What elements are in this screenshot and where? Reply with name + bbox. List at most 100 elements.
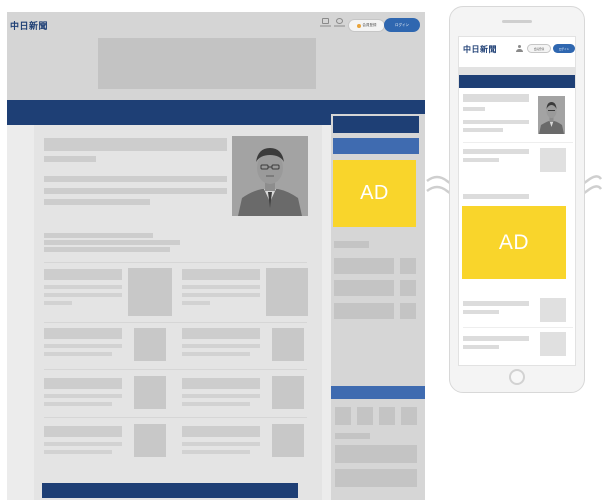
mobile-item-line xyxy=(463,158,499,162)
sidebar-heading-placeholder xyxy=(334,241,369,248)
article-text-line xyxy=(44,442,122,446)
section-divider xyxy=(44,322,307,323)
sub-headline-line xyxy=(44,233,153,238)
login-button[interactable]: ログイン xyxy=(384,18,420,32)
sidebar-item-placeholder[interactable] xyxy=(335,469,417,487)
article-title-placeholder xyxy=(44,378,122,389)
phone-home-button[interactable] xyxy=(509,369,525,385)
desktop-ad-slot[interactable]: AD xyxy=(333,160,416,227)
person-photo-icon xyxy=(538,96,565,134)
mobile-divider xyxy=(463,142,573,143)
article-title-placeholder xyxy=(44,269,122,280)
register-button[interactable]: 会員登録 xyxy=(348,19,385,32)
sidebar-tile[interactable] xyxy=(379,407,395,425)
article-thumbnail[interactable] xyxy=(272,376,304,409)
desktop-header: 中日新聞 会員登録 ログイン xyxy=(7,12,425,100)
mobile-item-line xyxy=(463,345,499,349)
lead-text-line xyxy=(44,199,150,205)
sidebar-item-placeholder[interactable] xyxy=(335,445,417,463)
mobile-text-line xyxy=(463,128,503,132)
mobile-item-title xyxy=(463,149,529,154)
article-text-line xyxy=(44,394,122,398)
phone-speaker xyxy=(502,20,532,23)
lead-text-line xyxy=(44,188,227,194)
mobile-register-button[interactable]: 会員登録 xyxy=(527,44,551,53)
lead-portrait-image[interactable] xyxy=(232,136,308,216)
mobile-item-thumbnail[interactable] xyxy=(540,148,566,172)
mobile-register-label: 会員登録 xyxy=(533,47,545,51)
article-text-line xyxy=(182,402,250,406)
mobile-nav-bar[interactable] xyxy=(459,75,575,88)
article-text-line xyxy=(44,402,112,406)
sub-headline-line xyxy=(44,240,180,245)
sidebar-item-placeholder[interactable] xyxy=(334,280,394,296)
mobile-ad-label: AD xyxy=(498,230,530,254)
mobile-item-thumbnail[interactable] xyxy=(540,332,566,356)
sidebar-item-placeholder[interactable] xyxy=(334,258,394,274)
ad-label: AD xyxy=(360,182,389,204)
article-title-placeholder xyxy=(182,426,260,437)
article-title-placeholder xyxy=(44,426,122,437)
article-title-placeholder xyxy=(182,269,260,280)
sidebar-thumb-placeholder[interactable] xyxy=(400,303,416,319)
desktop-mockup: 中日新聞 会員登録 ログイン AD xyxy=(7,12,425,500)
more-articles-bar[interactable] xyxy=(42,483,298,498)
sidebar-tile[interactable] xyxy=(357,407,373,425)
lead-meta-placeholder xyxy=(44,156,96,162)
article-text-line xyxy=(44,285,122,289)
article-thumbnail[interactable] xyxy=(266,268,308,316)
sidebar-section-band[interactable] xyxy=(331,386,425,399)
sidebar-thumb-placeholder[interactable] xyxy=(400,258,416,274)
article-text-line xyxy=(182,285,260,289)
header-banner-placeholder xyxy=(98,38,316,89)
article-title-placeholder xyxy=(182,328,260,339)
sidebar-heading-placeholder xyxy=(335,433,370,439)
mobile-lead-portrait[interactable] xyxy=(538,96,565,134)
mobile-text-line xyxy=(463,120,529,124)
mobile-item-title xyxy=(463,194,529,199)
site-logo[interactable]: 中日新聞 xyxy=(10,19,48,32)
register-dot-icon xyxy=(356,23,361,28)
mobile-site-logo[interactable]: 中日新聞 xyxy=(463,44,497,55)
sidebar-item-placeholder[interactable] xyxy=(334,303,394,319)
person-photo-icon xyxy=(232,136,308,216)
mobile-item-thumbnail[interactable] xyxy=(540,298,566,322)
person-icon[interactable] xyxy=(516,45,523,53)
mobile-login-label: ログイン xyxy=(558,47,570,51)
section-divider xyxy=(44,369,307,370)
mobile-ad-slot[interactable]: AD xyxy=(462,206,566,279)
article-thumbnail[interactable] xyxy=(134,424,166,457)
article-thumbnail[interactable] xyxy=(128,268,172,316)
login-label: ログイン xyxy=(395,22,409,27)
mobile-mockup: 中日新聞 会員登録 ログイン AD xyxy=(449,6,585,393)
article-text-line xyxy=(182,442,260,446)
article-text-line xyxy=(182,394,260,398)
mobile-item-title xyxy=(463,336,529,341)
article-thumbnail[interactable] xyxy=(134,328,166,361)
newspaper-icon[interactable] xyxy=(320,18,331,29)
article-thumbnail[interactable] xyxy=(272,328,304,361)
mobile-item-title xyxy=(463,301,529,306)
article-text-line xyxy=(182,352,250,356)
sidebar-tile[interactable] xyxy=(401,407,417,425)
article-title-placeholder xyxy=(182,378,260,389)
article-thumbnail[interactable] xyxy=(134,376,166,409)
sub-headline-line xyxy=(44,247,170,252)
sidebar-thumb-placeholder[interactable] xyxy=(400,280,416,296)
lead-text-line xyxy=(44,176,227,182)
article-text-line xyxy=(182,293,260,297)
article-thumbnail[interactable] xyxy=(272,424,304,457)
section-divider xyxy=(44,417,307,418)
section-divider xyxy=(44,262,307,263)
search-icon[interactable] xyxy=(334,18,345,29)
sidebar-nav-primary[interactable] xyxy=(333,116,419,133)
mobile-login-button[interactable]: ログイン xyxy=(553,44,575,53)
article-text-line xyxy=(44,344,122,348)
sidebar-tile[interactable] xyxy=(335,407,351,425)
article-text-line xyxy=(182,450,250,454)
article-text-line xyxy=(44,450,112,454)
sidebar-nav-secondary[interactable] xyxy=(333,138,419,154)
article-title-placeholder xyxy=(44,328,122,339)
mobile-meta-placeholder xyxy=(463,107,485,111)
article-text-line xyxy=(44,293,122,297)
